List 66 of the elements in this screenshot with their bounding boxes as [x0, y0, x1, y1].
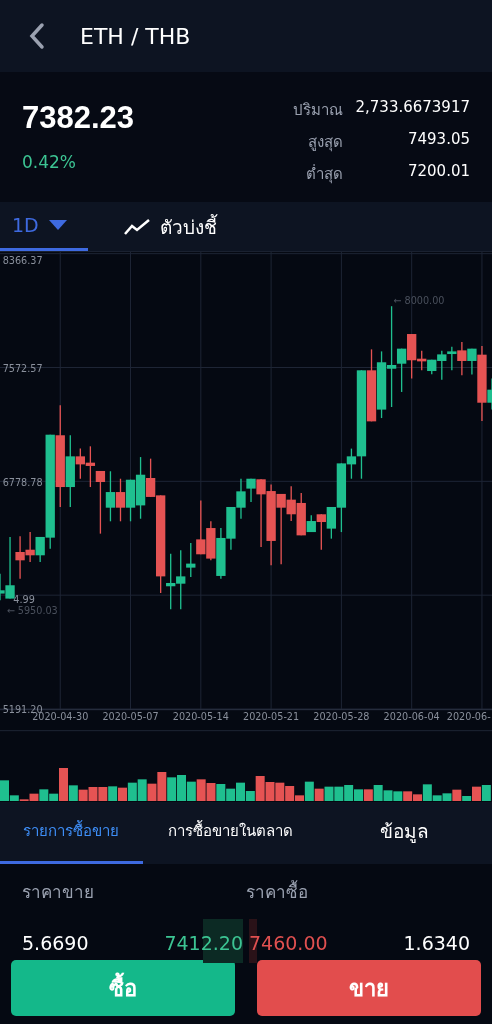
stat-label: สูงสุด	[308, 132, 344, 154]
candle	[115, 478, 126, 522]
volume-bar	[206, 783, 216, 801]
candle	[25, 531, 35, 563]
axis-label: 4.99	[13, 593, 35, 605]
caret-icon	[48, 220, 67, 230]
last-price: 7382.23	[22, 100, 135, 136]
ask-amount: 1.6340	[403, 932, 470, 954]
tab[interactable]: ข้อมูล	[317, 802, 492, 864]
volume-bar	[108, 786, 118, 801]
candle	[447, 346, 457, 371]
volume-bar	[167, 777, 177, 801]
axis-label: 2020-05-14	[172, 711, 229, 722]
axis-label: 2020-05-28	[313, 711, 370, 722]
tab[interactable]: การซื้อขายในตลาด	[142, 802, 318, 864]
ask-price: 7460.00	[249, 932, 328, 954]
candle	[457, 341, 467, 376]
volume-bar	[481, 785, 491, 801]
sell-button[interactable]: ขาย	[257, 960, 481, 1016]
bid-amount: 5.6690	[22, 932, 89, 954]
candle	[105, 470, 116, 522]
line-chart-icon[interactable]	[124, 218, 150, 235]
indicators-button[interactable]: ตัวบ่งชี้	[160, 211, 217, 242]
axis-label: 2020-05-21	[243, 711, 300, 722]
price-marker: ← 8000.00	[393, 294, 445, 306]
axis-label: 7572.57	[2, 362, 43, 374]
column-header: ราคาซื้อ	[246, 879, 309, 904]
stat-value: 2,733.6673917	[355, 98, 470, 118]
volume-bar	[403, 791, 413, 801]
stat-label: ปริมาณ	[293, 100, 344, 121]
volume-bar	[78, 789, 88, 801]
volume-bar	[324, 786, 334, 801]
volume-bar	[127, 782, 137, 801]
volume-bar	[344, 785, 354, 801]
stat-value: 7493.05	[407, 130, 470, 150]
stat-label: ต่ำสุด	[306, 163, 344, 186]
candle	[226, 506, 236, 551]
volume-bar	[196, 779, 206, 801]
volume-bar	[137, 779, 147, 801]
volume-bar	[98, 787, 108, 801]
column-header: ราคาขาย	[22, 881, 95, 904]
pair-title: ETH / THB	[80, 23, 191, 49]
candle	[206, 520, 216, 561]
axis-label: 2020-05-07	[102, 711, 159, 722]
candle	[216, 527, 226, 580]
volume-bar	[88, 787, 98, 801]
volume-bar	[216, 784, 226, 801]
volume-bar	[363, 789, 373, 801]
volume-bar	[334, 786, 344, 801]
volume-bar	[275, 782, 285, 801]
stat-value: 7200.01	[407, 162, 470, 182]
axis-label: 2020-06-04	[383, 711, 440, 722]
volume-bar	[118, 787, 127, 801]
volume-bar	[177, 775, 186, 801]
tab[interactable]: รายการซื้อขาย	[0, 802, 143, 864]
volume-bar	[186, 781, 196, 801]
axis-label: 2020-06-	[446, 711, 491, 722]
volume-bar	[393, 791, 403, 801]
volume-bar	[354, 789, 363, 801]
price-change: 0.42%	[22, 152, 77, 172]
bid-price: 7412.20	[164, 932, 243, 954]
price-marker: ← 5950.03	[6, 605, 58, 616]
candle	[15, 535, 25, 580]
axis-label: 8366.37	[2, 254, 43, 266]
axis-label: 6778.78	[2, 476, 43, 488]
volume-bar	[265, 782, 275, 801]
